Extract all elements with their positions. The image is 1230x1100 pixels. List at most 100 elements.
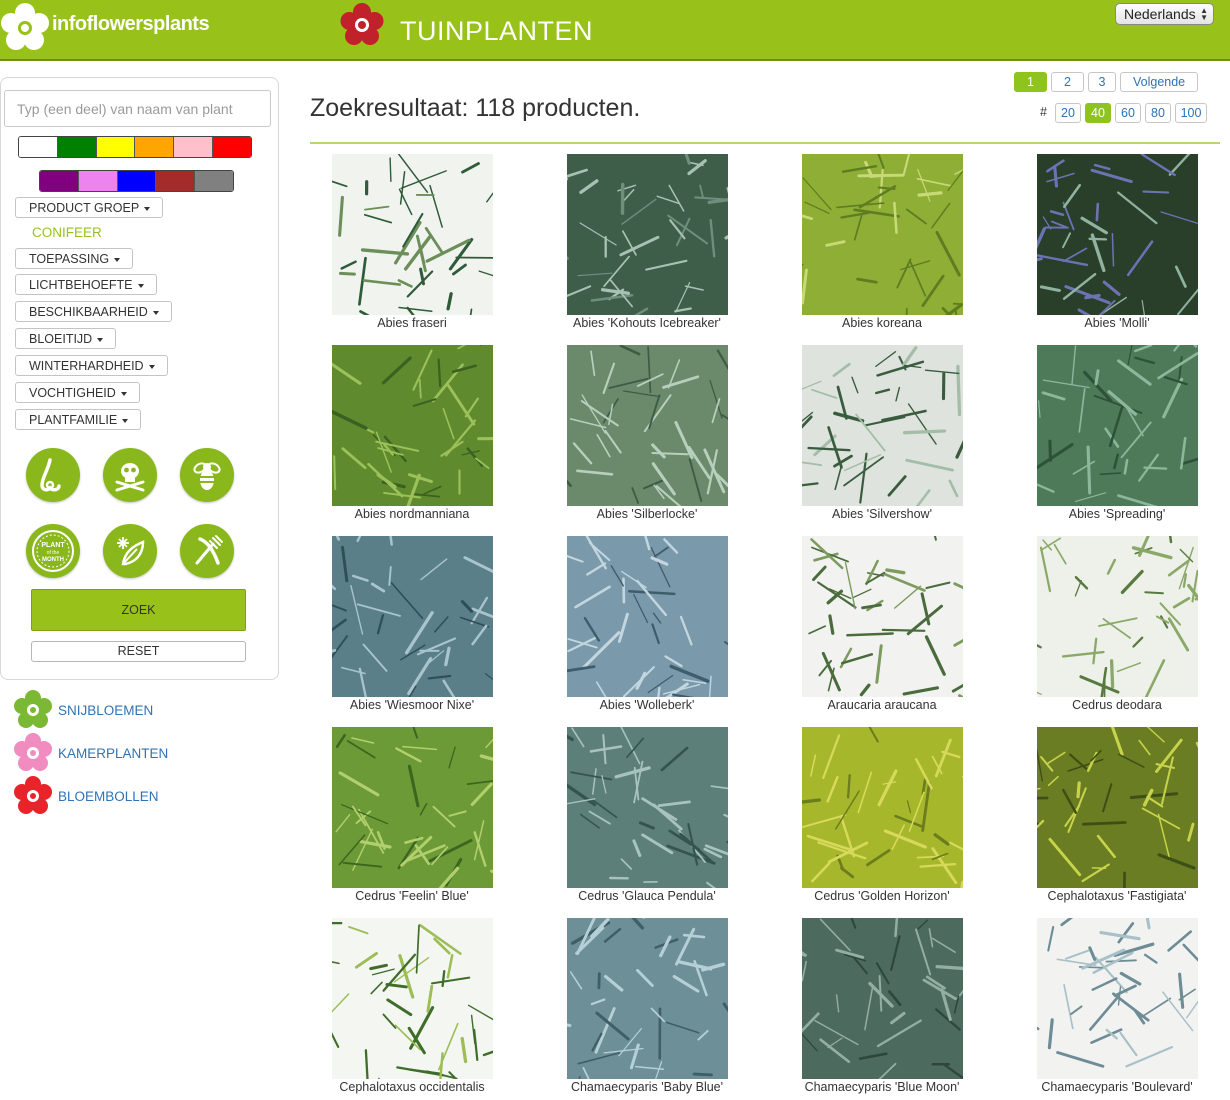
category-link-bloembollen[interactable]: BLOEMBOLLEN	[12, 776, 159, 816]
filter-beschikbaarheid[interactable]: BESCHIKBAARHEID	[15, 301, 172, 322]
product-image[interactable]	[1036, 154, 1198, 315]
product-image[interactable]	[331, 918, 493, 1079]
per-page-60[interactable]: 60	[1115, 103, 1141, 123]
product-card[interactable]: Abies nordmanniana	[312, 345, 512, 521]
product-name[interactable]: Cedrus 'Golden Horizon'	[782, 889, 982, 903]
product-image[interactable]	[566, 918, 728, 1079]
site-logo[interactable]: infoflowersplants	[0, 2, 210, 54]
product-name[interactable]: Abies koreana	[782, 316, 982, 330]
product-image[interactable]	[1036, 536, 1198, 697]
product-name[interactable]: Chamaecyparis 'Baby Blue'	[547, 1080, 747, 1094]
filter-product-groep[interactable]: PRODUCT GROEP	[15, 197, 164, 218]
product-card[interactable]: Chamaecyparis 'Blue Moon'	[782, 918, 982, 1094]
product-card[interactable]: Abies 'Silberlocke'	[547, 345, 747, 521]
product-name[interactable]: Chamaecyparis 'Blue Moon'	[782, 1080, 982, 1094]
product-card[interactable]: Abies fraseri	[312, 154, 512, 330]
product-card[interactable]: Abies koreana	[782, 154, 982, 330]
fragrance-filter-button[interactable]	[26, 448, 80, 502]
product-name[interactable]: Abies 'Silvershow'	[782, 507, 982, 521]
bee-friendly-filter-button[interactable]	[180, 448, 234, 502]
product-image[interactable]	[1036, 918, 1198, 1079]
product-card[interactable]: Abies 'Wiesmoor Nixe'	[312, 536, 512, 712]
product-card[interactable]: Abies 'Wolleberk'	[547, 536, 747, 712]
color-swatch-purple[interactable]	[40, 171, 79, 191]
next-page-button[interactable]: Volgende	[1120, 72, 1199, 92]
product-name[interactable]: Cephalotaxus occidentalis	[312, 1080, 512, 1094]
filter-winterhardheid[interactable]: WINTERHARDHEID	[15, 355, 168, 376]
filter-lichtbehoefte[interactable]: LICHTBEHOEFTE	[15, 274, 157, 295]
reset-button[interactable]: RESET	[31, 641, 246, 662]
product-name[interactable]: Cedrus 'Feelin' Blue'	[312, 889, 512, 903]
product-image[interactable]	[801, 345, 963, 506]
product-name[interactable]: Abies nordmanniana	[312, 507, 512, 521]
language-select[interactable]: Nederlands ▲ ▼	[1115, 3, 1214, 25]
color-swatch-red[interactable]	[213, 137, 251, 157]
product-image[interactable]	[331, 345, 493, 506]
color-swatch-blue[interactable]	[117, 171, 157, 191]
product-name[interactable]: Araucaria araucana	[782, 698, 982, 712]
product-card[interactable]: Chamaecyparis 'Boulevard'	[1017, 918, 1217, 1094]
category-link-kamerplanten[interactable]: KAMERPLANTEN	[12, 733, 168, 773]
color-swatch-orange[interactable]	[135, 137, 175, 157]
product-image[interactable]	[331, 154, 493, 315]
product-image[interactable]	[801, 918, 963, 1079]
per-page-80[interactable]: 80	[1145, 103, 1171, 123]
product-image[interactable]	[1036, 727, 1198, 888]
search-button[interactable]: ZOEK	[31, 589, 246, 631]
product-name[interactable]: Abies 'Spreading'	[1017, 507, 1217, 521]
product-card[interactable]: Chamaecyparis 'Baby Blue'	[547, 918, 747, 1094]
product-image[interactable]	[566, 536, 728, 697]
product-name[interactable]: Cephalotaxus 'Fastigiata'	[1017, 889, 1217, 903]
product-name[interactable]: Abies 'Wolleberk'	[547, 698, 747, 712]
color-swatch-brown[interactable]	[156, 171, 196, 191]
product-image[interactable]	[331, 727, 493, 888]
product-name[interactable]: Abies 'Molli'	[1017, 316, 1217, 330]
product-name[interactable]: Chamaecyparis 'Boulevard'	[1017, 1080, 1217, 1094]
color-swatch-green[interactable]	[57, 137, 97, 157]
plant-name-search-input[interactable]	[4, 90, 271, 127]
product-name[interactable]: Cedrus 'Glauca Pendula'	[547, 889, 747, 903]
category-link-snijbloemen[interactable]: SNIJBLOEMEN	[12, 690, 153, 730]
product-image[interactable]	[331, 536, 493, 697]
color-swatch-violet[interactable]	[78, 171, 118, 191]
selected-product-group[interactable]: CONIFEER	[32, 225, 102, 240]
product-card[interactable]: Cedrus 'Feelin' Blue'	[312, 727, 512, 903]
per-page-40[interactable]: 40	[1085, 103, 1111, 123]
color-swatch-grey[interactable]	[195, 171, 233, 191]
product-image[interactable]	[566, 154, 728, 315]
page-button-3[interactable]: 3	[1088, 72, 1116, 92]
per-page-20[interactable]: 20	[1055, 103, 1081, 123]
product-card[interactable]: Abies 'Silvershow'	[782, 345, 982, 521]
poisonous-filter-button[interactable]	[103, 448, 157, 502]
product-card[interactable]: Cedrus 'Golden Horizon'	[782, 727, 982, 903]
product-name[interactable]: Abies fraseri	[312, 316, 512, 330]
product-image[interactable]	[801, 727, 963, 888]
product-card[interactable]: Cephalotaxus occidentalis	[312, 918, 512, 1094]
frost-hardy-filter-button[interactable]	[103, 524, 157, 578]
product-card[interactable]: Araucaria araucana	[782, 536, 982, 712]
product-image[interactable]	[801, 154, 963, 315]
color-swatch-pink[interactable]	[174, 137, 214, 157]
product-name[interactable]: Cedrus deodara	[1017, 698, 1217, 712]
filter-bloeitijd[interactable]: BLOEITIJD	[15, 328, 117, 349]
product-image[interactable]	[566, 345, 728, 506]
product-card[interactable]: Abies 'Kohouts Icebreaker'	[547, 154, 747, 330]
product-card[interactable]: Cephalotaxus 'Fastigiata'	[1017, 727, 1217, 903]
product-image[interactable]	[801, 536, 963, 697]
edible-filter-button[interactable]	[180, 524, 234, 578]
product-card[interactable]: Abies 'Molli'	[1017, 154, 1217, 330]
product-name[interactable]: Abies 'Silberlocke'	[547, 507, 747, 521]
filter-plantfamilie[interactable]: PLANTFAMILIE	[15, 409, 142, 430]
product-image[interactable]	[1036, 345, 1198, 506]
color-swatch-white[interactable]	[19, 137, 58, 157]
product-name[interactable]: Abies 'Kohouts Icebreaker'	[547, 316, 747, 330]
per-page-100[interactable]: 100	[1175, 103, 1207, 123]
page-button-2[interactable]: 2	[1051, 72, 1084, 92]
product-name[interactable]: Abies 'Wiesmoor Nixe'	[312, 698, 512, 712]
plant-of-the-month-filter-button[interactable]: PLANT of the MONTH	[26, 524, 80, 578]
product-image[interactable]	[566, 727, 728, 888]
product-card[interactable]: Cedrus deodara	[1017, 536, 1217, 712]
color-swatch-yellow[interactable]	[96, 137, 136, 157]
page-button-1[interactable]: 1	[1014, 72, 1047, 92]
product-card[interactable]: Cedrus 'Glauca Pendula'	[547, 727, 747, 903]
